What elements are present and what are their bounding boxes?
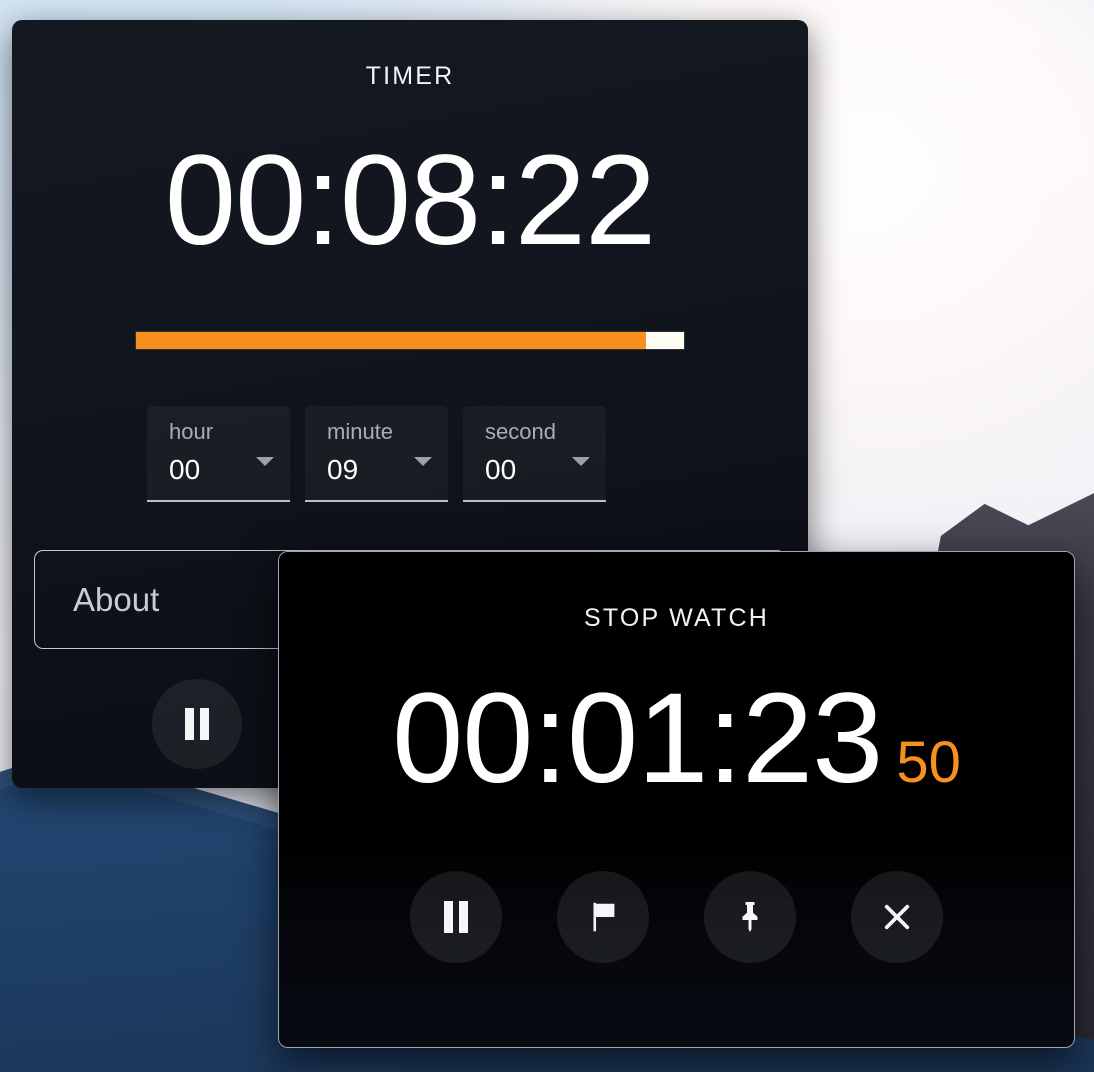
stopwatch-display: 00:01:23 50 [279, 675, 1074, 803]
stopwatch-pause-button[interactable] [410, 871, 502, 963]
chevron-down-icon[interactable] [572, 457, 590, 466]
pause-icon [444, 901, 468, 933]
stopwatch-pin-button[interactable] [704, 871, 796, 963]
stopwatch-close-button[interactable] [851, 871, 943, 963]
stopwatch-title: STOP WATCH [584, 604, 769, 632]
pin-icon [742, 902, 758, 932]
hour-select-label: hour [169, 419, 214, 444]
stopwatch-clock-display: 00:01:23 [392, 667, 883, 810]
timer-progress-bar [135, 331, 685, 350]
timer-pause-button[interactable] [152, 679, 242, 769]
minute-select[interactable]: minute 09 [305, 406, 448, 502]
stopwatch-window-body: STOP WATCH 00:01:23 50 [279, 552, 1074, 1047]
timer-title: TIMER [365, 62, 455, 90]
about-label: About [73, 580, 160, 618]
stopwatch-lap-button[interactable] [557, 871, 649, 963]
flag-icon [593, 902, 615, 932]
minute-select-label: minute [327, 419, 394, 444]
stopwatch-window[interactable]: STOP WATCH 00:01:23 50 [278, 551, 1075, 1048]
pause-icon [185, 708, 209, 740]
stopwatch-controls [279, 871, 1074, 963]
second-select[interactable]: second 00 [463, 406, 606, 502]
chevron-down-icon[interactable] [256, 457, 274, 466]
timer-progress-track [645, 332, 684, 349]
desktop: TIMER 00:08:22 hour 00 minute 09 second … [0, 0, 1094, 1072]
second-select-label: second [485, 419, 556, 444]
timer-clock-display: 00:08:22 [164, 129, 656, 272]
hour-select[interactable]: hour 00 [147, 406, 290, 502]
timer-duration-selects: hour 00 minute 09 second 00 [147, 406, 808, 502]
chevron-down-icon[interactable] [414, 457, 432, 466]
stopwatch-milliseconds: 50 [896, 730, 961, 795]
timer-progress-fill [136, 332, 646, 349]
close-icon [884, 904, 910, 930]
